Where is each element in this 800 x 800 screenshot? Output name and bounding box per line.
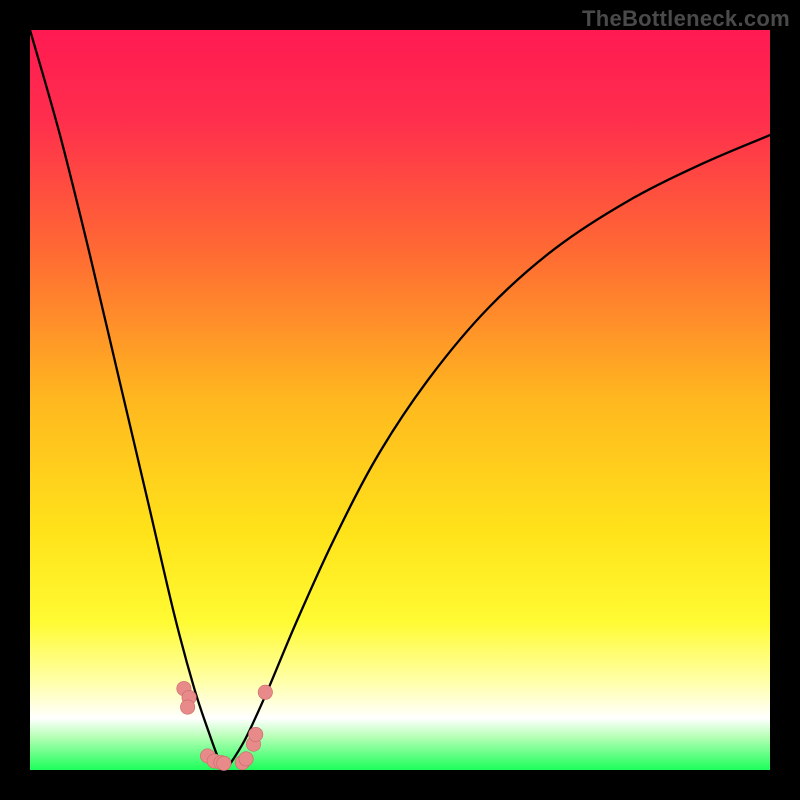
data-marker — [217, 756, 231, 770]
bottleneck-plot — [0, 0, 800, 800]
data-marker — [239, 752, 253, 766]
data-marker — [249, 727, 263, 741]
data-marker — [180, 700, 194, 714]
gradient-background — [30, 30, 770, 770]
chart-container: TheBottleneck.com — [0, 0, 800, 800]
data-marker — [258, 685, 272, 699]
watermark-text: TheBottleneck.com — [582, 6, 790, 32]
